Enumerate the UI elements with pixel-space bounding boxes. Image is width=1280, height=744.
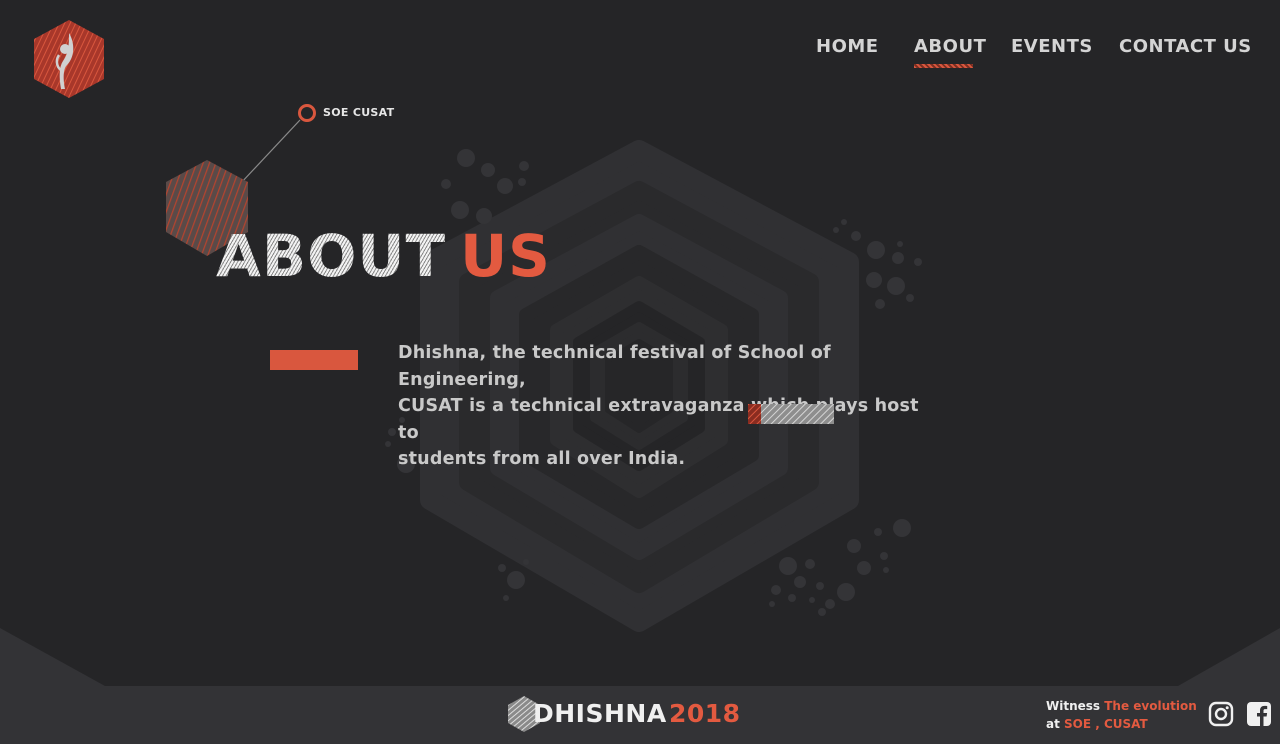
tagline-at: at — [1046, 717, 1060, 731]
footer: DHISHNA 2018 Witness The evolution at SO… — [0, 686, 1280, 744]
page-title-about: ABOUT — [216, 222, 447, 290]
page-title: ABOUT US — [216, 222, 551, 290]
pointer-line — [239, 119, 301, 185]
hatched-accent-bar — [748, 404, 834, 424]
accent-bar — [270, 350, 358, 370]
tagline-evolution: The evolution — [1104, 699, 1197, 713]
page-title-us: US — [460, 222, 551, 290]
footer-brand-name: DHISHNA — [533, 699, 667, 728]
nav-about[interactable]: ABOUT — [914, 36, 986, 57]
page: HOME ABOUT EVENTS CONTACT US SOE CUSAT A… — [0, 0, 1280, 744]
nav-events[interactable]: EVENTS — [1011, 36, 1093, 57]
dhishna-figure-hexagon-icon[interactable] — [33, 19, 105, 99]
pointer-circle — [298, 104, 316, 122]
nav-home[interactable]: HOME — [816, 36, 879, 57]
main-nav: HOME ABOUT EVENTS CONTACT US — [800, 36, 1252, 76]
about-line-1: Dhishna, the technical festival of Schoo… — [398, 343, 831, 390]
about-description: Dhishna, the technical festival of Schoo… — [398, 340, 928, 473]
about-line-3: students from all over India. — [398, 449, 686, 469]
tagline-place: SOE , CUSAT — [1064, 717, 1148, 731]
footer-tagline: Witness The evolution at SOE , CUSAT — [1046, 697, 1197, 733]
about-line-2: CUSAT is a technical extravaganza which … — [398, 396, 919, 443]
instagram-icon[interactable] — [1208, 701, 1234, 727]
tagline-witness: Witness — [1046, 699, 1101, 713]
nav-active-indicator — [914, 64, 973, 68]
facebook-icon[interactable] — [1246, 701, 1272, 727]
footer-year: 2018 — [669, 699, 741, 728]
pointer-label: SOE CUSAT — [323, 106, 395, 119]
nav-contact-us[interactable]: CONTACT US — [1119, 36, 1252, 57]
